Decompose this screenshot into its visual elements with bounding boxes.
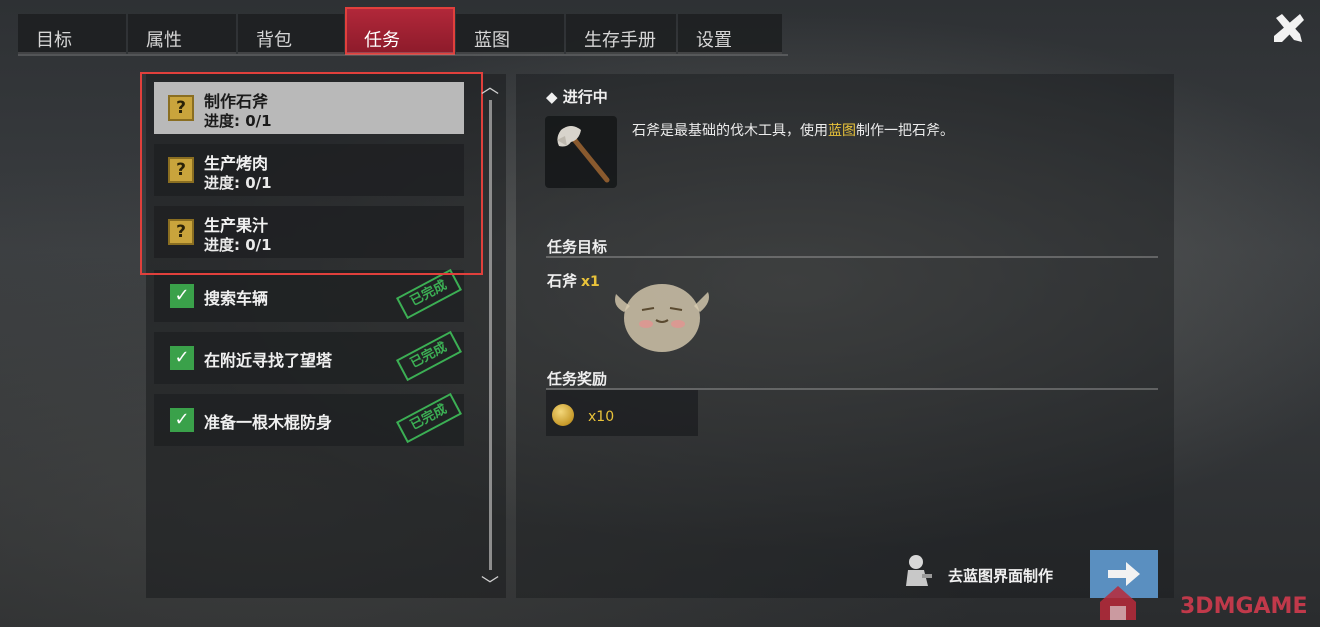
tab-bar: 目标 属性 背包 任务 蓝图 生存手册 设置 bbox=[18, 7, 782, 55]
completed-stamp: 已完成 bbox=[395, 330, 463, 382]
tab-blueprint[interactable]: 蓝图 bbox=[456, 14, 564, 54]
check-icon: ✓ bbox=[170, 346, 194, 370]
scroll-up-icon[interactable]: ︿ bbox=[479, 79, 501, 97]
quest-item-completed[interactable]: ✓ 在附近寻找了望塔 已完成 bbox=[154, 330, 464, 384]
crafting-icon bbox=[906, 555, 932, 586]
completed-stamp: 已完成 bbox=[395, 392, 463, 444]
check-icon: ✓ bbox=[170, 408, 194, 432]
quest-name: 准备一根木棍防身 bbox=[204, 413, 333, 432]
tab-backpack[interactable]: 背包 bbox=[238, 14, 344, 54]
tab-goal[interactable]: 目标 bbox=[18, 14, 126, 54]
highlight-box bbox=[140, 72, 483, 275]
quest-name: 搜索车辆 bbox=[204, 289, 269, 308]
tab-quests[interactable]: 任务 bbox=[345, 7, 455, 55]
blueprint-link[interactable]: 蓝图 bbox=[828, 123, 856, 139]
scroll-down-icon[interactable]: ﹀ bbox=[479, 577, 501, 595]
quest-item-completed[interactable]: ✓ 搜索车辆 已完成 bbox=[154, 268, 464, 322]
reward-count: x10 bbox=[588, 409, 615, 425]
scrollbar[interactable] bbox=[489, 100, 492, 570]
description-text: 制作一把石斧。 bbox=[856, 123, 954, 139]
completed-stamp: 已完成 bbox=[395, 268, 463, 320]
quest-status: ◆ 进行中 bbox=[546, 88, 608, 106]
stone-axe-icon bbox=[557, 126, 610, 183]
reward-title: 任务奖励 bbox=[547, 370, 608, 388]
divider bbox=[546, 256, 1158, 258]
mascot-watermark bbox=[615, 284, 709, 352]
goal-item-name: 石斧 bbox=[547, 272, 578, 290]
go-to-blueprint-label: 去蓝图界面制作 bbox=[948, 567, 1054, 585]
tab-settings[interactable]: 设置 bbox=[678, 14, 782, 54]
goal-item: 石斧 x1 bbox=[547, 270, 600, 291]
goal-count: x1 bbox=[581, 274, 600, 290]
check-icon: ✓ bbox=[170, 284, 194, 308]
item-slot bbox=[545, 116, 617, 188]
description-text: 石斧是最基础的伐木工具，使用 bbox=[632, 123, 828, 139]
quest-name: 在附近寻找了望塔 bbox=[204, 351, 333, 370]
quest-description: 石斧是最基础的伐木工具，使用蓝图制作一把石斧。 bbox=[632, 120, 954, 140]
quest-item-completed[interactable]: ✓ 准备一根木棍防身 已完成 bbox=[154, 392, 464, 446]
coin-icon bbox=[552, 404, 574, 426]
tab-survival-manual[interactable]: 生存手册 bbox=[566, 14, 676, 54]
tab-underline bbox=[18, 54, 788, 56]
goal-title: 任务目标 bbox=[547, 238, 608, 256]
watermark-text: 3DMGAME bbox=[1180, 594, 1308, 619]
close-icon bbox=[1274, 14, 1304, 42]
tab-attributes[interactable]: 属性 bbox=[128, 14, 236, 54]
close-button[interactable] bbox=[1268, 8, 1308, 48]
